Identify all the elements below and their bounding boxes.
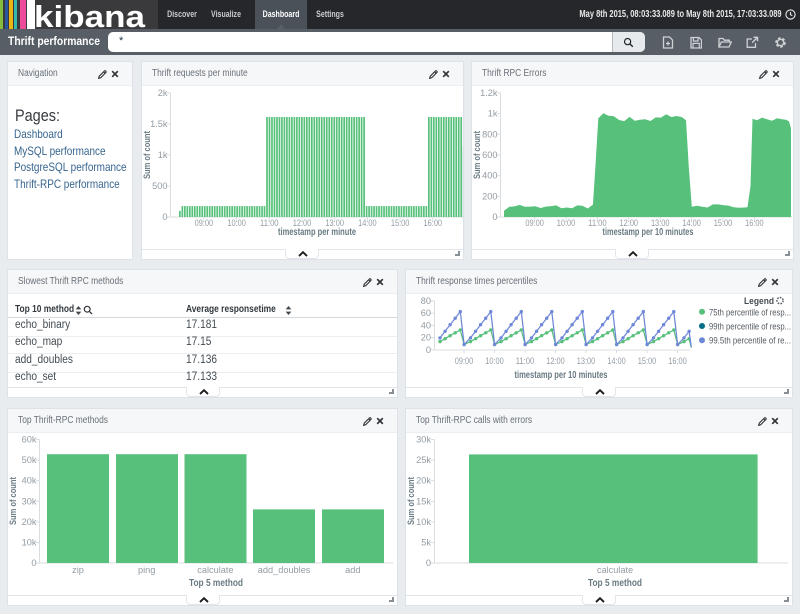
svg-text:40k: 40k (22, 476, 37, 486)
svg-text:timestamp per minute: timestamp per minute (278, 227, 356, 238)
svg-text:30k: 30k (416, 435, 431, 445)
svg-text:20k: 20k (22, 517, 37, 527)
svg-text:timestamp per 10 minutes: timestamp per 10 minutes (603, 227, 694, 238)
svg-text:Sum of count: Sum of count (472, 130, 483, 179)
svg-text:0: 0 (426, 345, 431, 355)
svg-text:13:00: 13:00 (577, 356, 596, 366)
svg-text:Legend: Legend (744, 296, 774, 307)
svg-text:Top 5 method: Top 5 method (588, 578, 642, 589)
svg-text:1.5k: 1.5k (150, 119, 168, 129)
svg-text:1k: 1k (157, 150, 167, 160)
svg-text:add: add (345, 565, 360, 575)
svg-text:Sum of count: Sum of count (8, 476, 19, 525)
svg-text:0: 0 (426, 558, 431, 568)
svg-text:5k: 5k (421, 538, 431, 548)
svg-text:80: 80 (421, 296, 431, 306)
svg-text:09:00: 09:00 (455, 356, 474, 366)
svg-text:500: 500 (152, 181, 167, 191)
svg-text:zip: zip (72, 565, 84, 575)
svg-text:75th percentile of resp...: 75th percentile of resp... (709, 307, 791, 318)
svg-text:ping: ping (138, 565, 155, 575)
svg-text:0: 0 (162, 212, 167, 222)
svg-text:60k: 60k (22, 435, 37, 445)
svg-text:400: 400 (482, 171, 497, 181)
svg-text:10k: 10k (416, 517, 431, 527)
svg-text:Sum of count: Sum of count (142, 130, 153, 179)
svg-text:calculate: calculate (197, 565, 233, 575)
svg-text:600: 600 (482, 150, 497, 160)
svg-text:50k: 50k (22, 455, 37, 465)
svg-text:30k: 30k (22, 496, 37, 506)
svg-text:timestamp per 10 minutes: timestamp per 10 minutes (515, 370, 608, 381)
svg-text:60: 60 (421, 308, 431, 318)
svg-text:16:00: 16:00 (668, 356, 687, 366)
svg-text:10k: 10k (22, 538, 37, 548)
svg-text:99th percentile of resp...: 99th percentile of resp... (709, 322, 791, 333)
svg-text:0: 0 (492, 212, 497, 222)
svg-text:10:00: 10:00 (485, 356, 504, 366)
svg-text:add_doubles: add_doubles (258, 565, 311, 575)
svg-text:800: 800 (482, 129, 497, 139)
svg-text:14:00: 14:00 (607, 356, 626, 366)
svg-text:12:00: 12:00 (546, 356, 565, 366)
svg-text:Sum of count: Sum of count (406, 476, 417, 525)
svg-text:Top 5 method: Top 5 method (189, 578, 243, 589)
svg-text:2k: 2k (157, 88, 167, 98)
svg-text:20k: 20k (416, 476, 431, 486)
svg-text:11:00: 11:00 (516, 356, 535, 366)
svg-text:20: 20 (421, 333, 431, 343)
svg-text:40: 40 (421, 320, 431, 330)
svg-text:0: 0 (31, 558, 36, 568)
svg-text:calculate: calculate (597, 565, 633, 575)
svg-text:200: 200 (482, 191, 497, 201)
svg-text:1k: 1k (488, 109, 498, 119)
svg-text:99.5th percentile of re...: 99.5th percentile of re... (709, 336, 791, 347)
svg-text:15:00: 15:00 (638, 356, 657, 366)
svg-text:1.2k: 1.2k (480, 88, 498, 98)
svg-text:15k: 15k (416, 496, 431, 506)
svg-text:25k: 25k (416, 455, 431, 465)
